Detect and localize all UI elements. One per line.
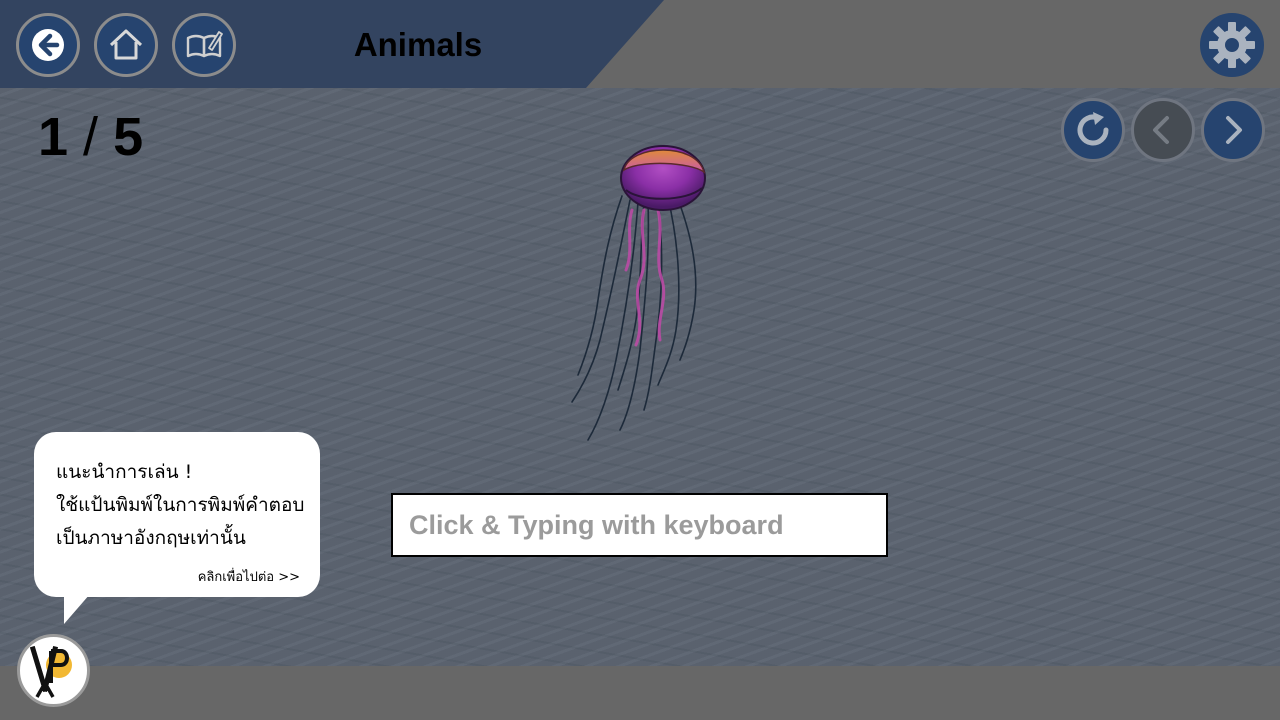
current-question-number: 1	[38, 107, 70, 167]
back-button[interactable]	[16, 13, 80, 77]
arrow-left-icon	[32, 29, 64, 61]
next-button[interactable]	[1201, 98, 1265, 162]
chevron-left-icon	[1153, 116, 1169, 144]
replay-icon	[1077, 112, 1109, 146]
replay-button[interactable]	[1061, 98, 1125, 162]
hint-line-keyboard: ใช้แป้นพิมพ์ในการพิมพ์คำตอบ	[56, 494, 305, 516]
settings-button[interactable]	[1200, 13, 1264, 77]
book-edit-icon	[186, 31, 223, 58]
jellyfish-image	[571, 145, 706, 441]
gear-icon	[1209, 22, 1255, 68]
home-icon	[109, 29, 143, 60]
mascot-avatar[interactable]	[17, 634, 90, 707]
hint-title: แนะนำการเล่น !	[56, 461, 193, 483]
hint-line-english: เป็นภาษาอังกฤษเท่านั้น	[56, 527, 246, 549]
answer-input[interactable]	[393, 495, 886, 555]
total-questions-number: 5	[113, 107, 145, 167]
lessons-button[interactable]	[172, 13, 236, 77]
home-button[interactable]	[94, 13, 158, 77]
previous-button[interactable]	[1131, 98, 1195, 162]
question-counter: 1/5	[38, 106, 144, 168]
answer-box[interactable]	[391, 493, 888, 557]
counter-separator: /	[83, 107, 100, 167]
hint-continue-link[interactable]: คลิกเพื่อไปต่อ >>	[198, 566, 300, 587]
chevron-right-icon	[1226, 116, 1242, 144]
vp-logo-icon	[29, 645, 72, 698]
hint-bubble-tail	[64, 594, 90, 624]
hint-bubble[interactable]: แนะนำการเล่น ! ใช้แป้นพิมพ์ในการพิมพ์คำต…	[34, 432, 320, 597]
footer-bar	[0, 666, 1280, 720]
page-title: Animals	[353, 26, 483, 63]
